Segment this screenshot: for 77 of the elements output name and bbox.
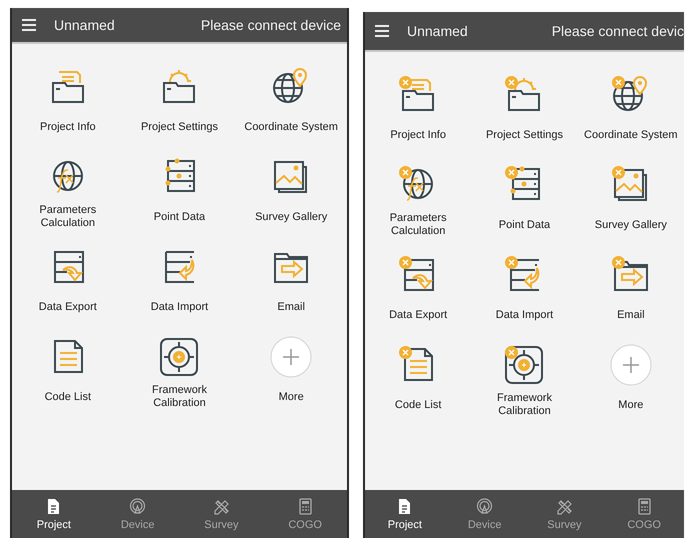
menu-tile[interactable]: Parameters Calculation [12, 156, 124, 246]
nav-tab[interactable]: Device [444, 490, 524, 538]
menu-tile[interactable]: Coordinate System [235, 66, 347, 156]
add-icon [610, 344, 652, 386]
tile-label: Email [277, 300, 305, 314]
tile-label: Data Export [38, 300, 97, 314]
target-icon [503, 344, 546, 386]
tile-label: Coordinate System [584, 128, 678, 142]
tile-label: Parameters Calculation [388, 212, 448, 238]
menu-tile[interactable]: Code List [365, 344, 472, 434]
tile-label: Project Settings [486, 128, 564, 142]
tile-label: Survey Gallery [255, 210, 328, 224]
tile-label: More [278, 390, 304, 404]
menu-tile[interactable]: Email [235, 246, 347, 336]
menu-tile[interactable]: Point Data [471, 164, 578, 254]
tile-label: Coordinate System [244, 120, 338, 134]
add-icon [270, 336, 312, 378]
tile-label: Parameters Calculation [38, 204, 98, 230]
project-title: Unnamed [407, 22, 468, 40]
tile-label: Data Import [496, 308, 554, 322]
menu-tile[interactable]: Data Export [12, 246, 124, 336]
menu-icon[interactable] [375, 25, 389, 37]
tile-label: Data Import [150, 300, 208, 314]
menu-tile[interactable]: Survey Gallery [235, 156, 347, 246]
tile-label: Project Info [40, 120, 96, 134]
delete-badge-icon[interactable] [399, 166, 412, 179]
nav-tab[interactable]: Survey [524, 490, 604, 538]
tile-label: Code List [44, 390, 92, 404]
nav-tab[interactable]: COGO [604, 490, 684, 538]
tile-label: Email [617, 308, 645, 322]
menu-tile[interactable]: Data Import [471, 254, 578, 344]
tile-label: Survey Gallery [594, 218, 667, 232]
tile-label: Framework Calibration [496, 392, 553, 418]
connection-status: Please connect device [200, 16, 342, 34]
tile-label: Point Data [498, 218, 550, 232]
tile-label: Framework Calibration [150, 384, 208, 410]
menu-tile[interactable]: Project Info [12, 66, 124, 156]
pencil-ruler-icon [212, 498, 230, 514]
menu-icon[interactable] [22, 19, 36, 31]
antenna-icon [129, 498, 146, 514]
menu-tile[interactable]: Parameters Calculation [365, 164, 472, 254]
menu-tile[interactable]: Point Data [124, 156, 236, 246]
menu-tile[interactable]: Project Settings [124, 66, 236, 156]
calculator-icon [296, 498, 314, 514]
delete-badge-icon[interactable] [505, 166, 518, 179]
tile-label: Project Settings [140, 120, 218, 134]
tile-label: Data Export [389, 308, 448, 322]
delete-badge-icon[interactable] [505, 346, 518, 359]
nav-tab[interactable]: Project [12, 490, 96, 538]
tile-label: Point Data [154, 210, 206, 224]
antenna-icon [476, 498, 494, 514]
menu-tile[interactable]: More [578, 344, 684, 434]
nav-tab[interactable]: Survey [180, 490, 264, 538]
menu-tile[interactable]: Data Export [365, 254, 472, 344]
delete-badge-icon[interactable] [612, 256, 625, 269]
nav-tab[interactable]: Device [96, 490, 180, 538]
menu-tile[interactable]: Framework Calibration [124, 336, 236, 426]
tile-label: Code List [394, 398, 442, 412]
connection-status: Please connect devic [552, 22, 684, 40]
delete-badge-icon[interactable] [612, 76, 625, 89]
menu-tile[interactable]: Project Info [365, 74, 472, 164]
menu-tile[interactable]: Email [578, 254, 684, 344]
menu-tile[interactable]: Coordinate System [578, 74, 684, 164]
tile-label: More [618, 398, 644, 412]
menu-tile[interactable]: More [235, 336, 347, 426]
project-title: Unnamed [54, 16, 115, 34]
menu-tile[interactable]: Code List [12, 336, 124, 426]
pencil-ruler-icon [556, 498, 573, 514]
nav-tab[interactable]: Project [365, 490, 445, 538]
calculator-icon [636, 498, 653, 514]
menu-tile[interactable]: Data Import [124, 246, 236, 336]
menu-tile[interactable]: Survey Gallery [578, 164, 684, 254]
menu-tile[interactable]: Project Settings [471, 74, 578, 164]
tile-label: Project Info [390, 128, 446, 142]
nav-tab[interactable]: COGO [263, 490, 347, 538]
menu-tile[interactable]: Framework Calibration [471, 344, 578, 434]
target-icon [158, 336, 200, 378]
